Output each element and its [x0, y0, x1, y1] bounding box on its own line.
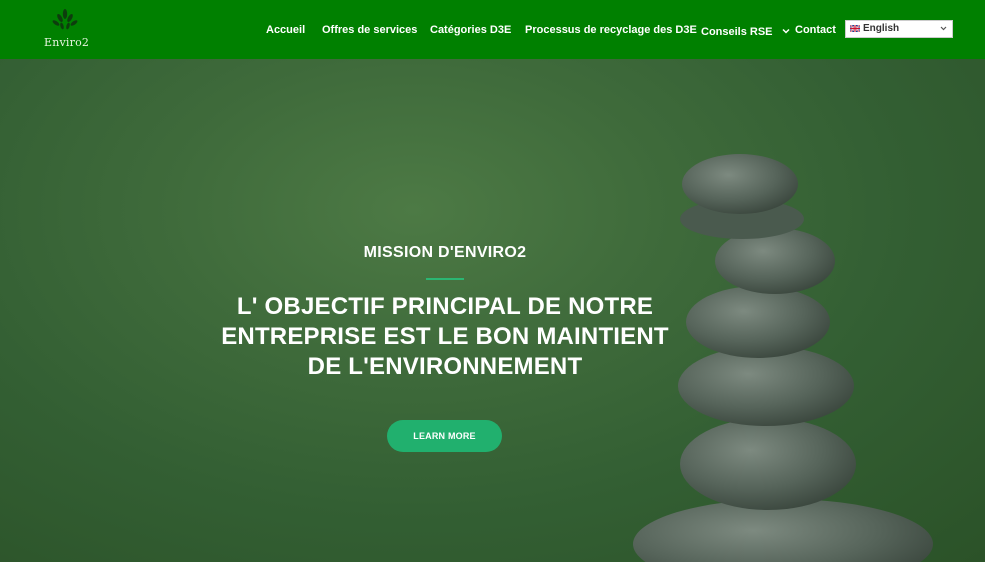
- hero-headline-line: ENTREPRISE EST LE BON MAINTIENT: [221, 323, 669, 350]
- nav-item-offres-de-services[interactable]: Offres de services: [322, 22, 417, 38]
- hero-headline-line: DE L'ENVIRONNEMENT: [307, 353, 583, 380]
- logo[interactable]: Enviro2: [40, 8, 90, 52]
- nav-item-contact[interactable]: Contact: [795, 22, 836, 38]
- hero-divider: [426, 278, 464, 280]
- learn-more-button[interactable]: LEARN MORE: [387, 420, 502, 452]
- uk-flag-icon: [850, 25, 860, 32]
- hero-section: MISSION D'ENVIRO2 L' OBJECTIF PRINCIPAL …: [0, 59, 985, 562]
- leaf-logo-icon: [52, 9, 78, 30]
- chevron-down-icon: [940, 26, 947, 31]
- hero-headline-line: L' OBJECTIF PRINCIPAL DE NOTRE: [236, 293, 654, 320]
- language-select[interactable]: English: [845, 20, 953, 38]
- nav-item-conseils-rse[interactable]: Conseils RSE: [701, 22, 790, 40]
- nav-item-categories-d3e[interactable]: Catégories D3E: [430, 22, 511, 38]
- logo-text: Enviro2: [44, 36, 90, 49]
- chevron-down-icon: [782, 28, 790, 34]
- hero-content: MISSION D'ENVIRO2 L' OBJECTIF PRINCIPAL …: [0, 59, 985, 562]
- nav-item-accueil[interactable]: Accueil: [266, 22, 305, 38]
- hero-headline: L' OBJECTIF PRINCIPAL DE NOTRE ENTREPRIS…: [175, 292, 715, 382]
- nav-item-processus-recyclage[interactable]: Processus de recyclage des D3E: [525, 22, 697, 38]
- hero-subtitle: MISSION D'ENVIRO2: [363, 244, 527, 261]
- nav-item-conseils-rse-label: Conseils RSE: [701, 26, 773, 38]
- site-header: Enviro2 Accueil Offres de services Catég…: [0, 0, 985, 59]
- language-select-value: English: [863, 23, 900, 34]
